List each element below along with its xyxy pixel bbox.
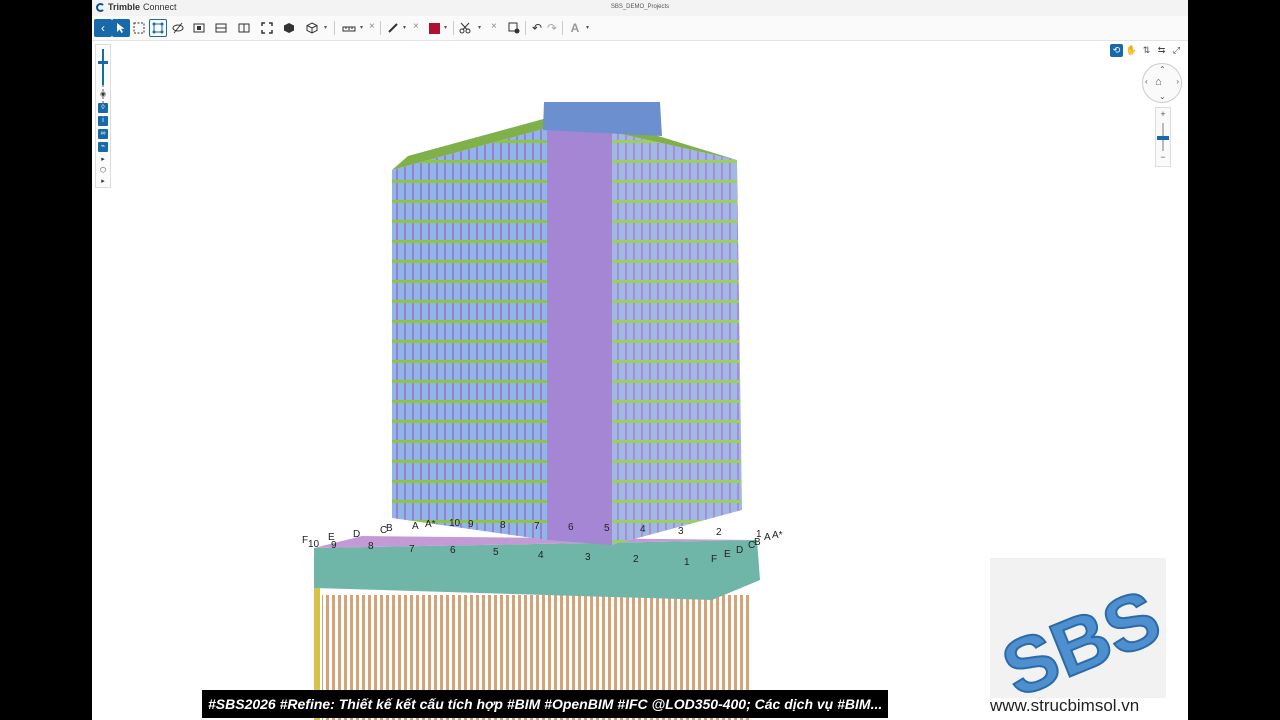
- grid-label: 10: [449, 518, 461, 529]
- tower-left-face: [392, 128, 547, 540]
- grid-label: 2: [633, 554, 639, 565]
- grid-label: B: [386, 523, 393, 534]
- video-caption: #SBS2026 #Refine: Thiết kế kết cấu tích …: [202, 690, 889, 718]
- grid-label: 8: [368, 541, 374, 552]
- toolbar-divider: [453, 21, 454, 35]
- clear-clip-icon[interactable]: ×: [491, 21, 497, 32]
- grid-label: 7: [534, 521, 540, 532]
- sbs-watermark-logo: SBS: [989, 558, 1173, 715]
- iso-view-icon[interactable]: [303, 19, 321, 37]
- grid-label: D: [353, 529, 360, 540]
- markup-pen-icon[interactable]: [384, 19, 402, 37]
- measure-icon[interactable]: [340, 19, 358, 37]
- section-plane-icon[interactable]: [212, 19, 230, 37]
- tower-core: [547, 128, 612, 545]
- title-bar: Trimble Connect SBS_DEMO_Projects: [92, 0, 1188, 16]
- grid-label: 6: [450, 545, 456, 556]
- markup-color-swatch: [428, 22, 440, 34]
- grid-label: 7: [409, 544, 415, 555]
- grid-label: A*: [425, 519, 436, 530]
- grid-label: E: [724, 549, 731, 560]
- tower-right-face: [612, 132, 742, 545]
- sbs-logo-text: SBS: [990, 572, 1166, 698]
- chevron-down-icon[interactable]: ▾: [403, 24, 406, 31]
- grid-label: F: [711, 554, 717, 565]
- website-text: www.strucbimsol.vn: [990, 696, 1140, 715]
- chevron-down-icon[interactable]: ▾: [360, 24, 363, 31]
- grid-label: 9: [331, 540, 337, 551]
- grid-label: 1: [684, 557, 690, 568]
- view-settings-icon[interactable]: [505, 19, 523, 37]
- toolbar-divider: [380, 21, 381, 35]
- back-icon[interactable]: ‹: [94, 19, 112, 37]
- grid-label: A: [764, 532, 771, 543]
- grid-label: 5: [493, 547, 499, 558]
- chevron-down-icon[interactable]: ▾: [586, 24, 589, 31]
- main-toolbar: ‹ ▾ ▾ × ▾ × ▾ ▾ × ↶ ↷ A ▾: [92, 16, 1188, 41]
- smart-select-icon[interactable]: [149, 19, 167, 37]
- text-icon[interactable]: A: [566, 19, 584, 37]
- object-icon[interactable]: [280, 19, 298, 37]
- grid-label: 6: [568, 522, 574, 533]
- grid-label: 5: [604, 523, 610, 534]
- trimble-connect-viewer: Trimble Connect SBS_DEMO_Projects ‹ ▾ ▾ …: [92, 0, 1188, 720]
- grid-label: 10: [308, 539, 320, 550]
- raft-foundation: [314, 540, 760, 600]
- project-title: SBS_DEMO_Projects: [610, 4, 670, 10]
- area-select-icon[interactable]: [130, 19, 148, 37]
- select-icon[interactable]: [112, 19, 130, 37]
- grid-label: 9: [468, 519, 474, 530]
- grid-label: A*: [772, 530, 783, 541]
- fit-icon[interactable]: [258, 19, 276, 37]
- clear-markup-icon[interactable]: ×: [413, 21, 419, 32]
- grid-label: 2: [716, 527, 722, 538]
- grid-label: A: [412, 521, 419, 532]
- roof-penthouse: [543, 102, 662, 136]
- section-plane-2-icon[interactable]: [235, 19, 253, 37]
- color-icon[interactable]: [425, 19, 443, 37]
- grid-label: 4: [640, 524, 646, 535]
- section-box-icon[interactable]: [190, 19, 208, 37]
- clear-measure-icon[interactable]: ×: [369, 21, 375, 32]
- clip-icon[interactable]: [456, 19, 474, 37]
- grid-label: B: [754, 537, 761, 548]
- toolbar-divider: [562, 21, 563, 35]
- grid-label: 3: [678, 526, 684, 537]
- grid-label: 3: [585, 552, 591, 563]
- hide-icon[interactable]: [169, 19, 187, 37]
- grid-label: 4: [538, 550, 544, 561]
- toolbar-divider: [525, 21, 526, 35]
- chevron-down-icon[interactable]: ▾: [324, 24, 327, 31]
- grid-label: 8: [500, 520, 506, 531]
- grid-label: D: [736, 545, 743, 556]
- toolbar-divider: [334, 21, 335, 35]
- redo-icon[interactable]: ↷: [543, 19, 561, 37]
- chevron-down-icon[interactable]: ▾: [444, 24, 447, 31]
- chevron-down-icon[interactable]: ▾: [478, 24, 481, 31]
